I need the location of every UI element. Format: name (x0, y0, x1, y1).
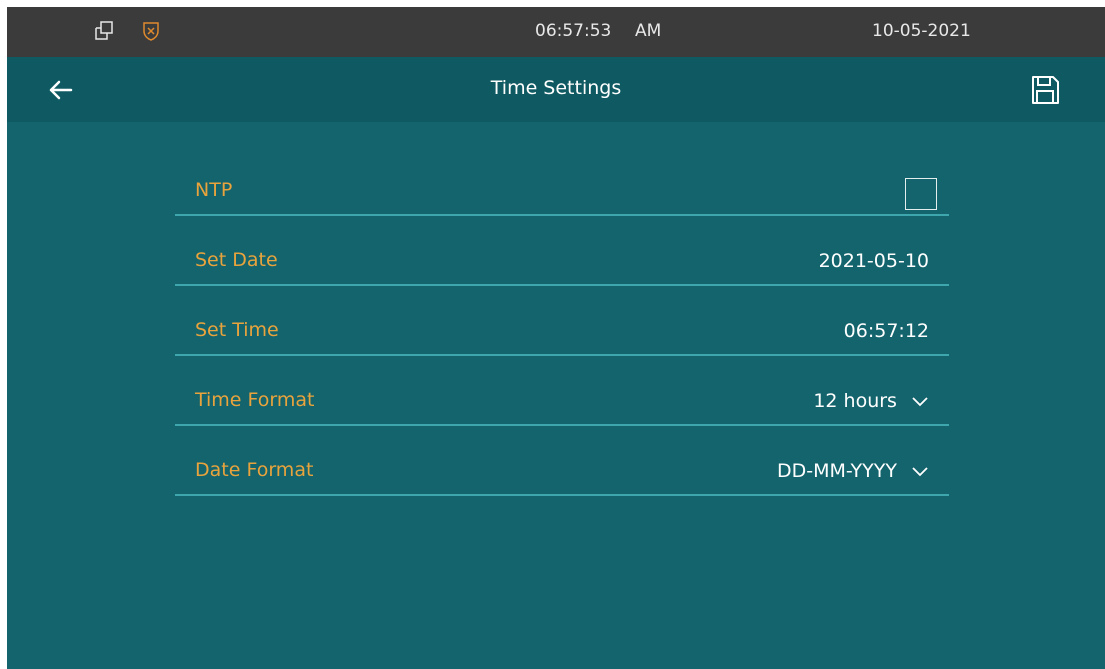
time-settings-screen: 06:57:53 AM 10-05-2021 Time Settings NTP… (7, 7, 1105, 669)
set-time-value[interactable]: 06:57:12 (844, 320, 929, 342)
page-title: Time Settings (490, 77, 622, 99)
save-button[interactable] (1029, 74, 1061, 106)
status-ampm: AM (635, 21, 662, 41)
settings-list: NTP Set Date 2021-05-10 Set Time 06:57:1… (175, 122, 949, 496)
set-date-row: Set Date 2021-05-10 (175, 218, 949, 286)
shield-x-icon (142, 21, 160, 46)
set-date-label: Set Date (195, 249, 278, 271)
status-bar: 06:57:53 AM 10-05-2021 (7, 7, 1105, 57)
time-format-label: Time Format (195, 389, 315, 411)
date-format-value: DD-MM-YYYY (777, 459, 897, 482)
date-format-label: Date Format (195, 459, 314, 481)
ntp-checkbox[interactable] (905, 178, 937, 210)
time-format-row: Time Format 12 hours (175, 358, 949, 426)
status-time: 06:57:53 (535, 21, 612, 41)
chevron-down-icon (911, 460, 929, 482)
chevron-down-icon (911, 390, 929, 412)
set-date-value[interactable]: 2021-05-10 (819, 250, 929, 272)
date-format-select[interactable]: DD-MM-YYYY (777, 460, 929, 483)
floppy-disk-icon (1029, 76, 1061, 110)
window-copy-icon (95, 21, 113, 46)
time-format-value: 12 hours (813, 389, 897, 412)
ntp-label: NTP (195, 179, 233, 201)
ntp-row: NTP (175, 122, 949, 216)
time-format-select[interactable]: 12 hours (813, 390, 929, 413)
date-format-row: Date Format DD-MM-YYYY (175, 428, 949, 496)
title-bar: Time Settings (7, 57, 1105, 122)
set-time-label: Set Time (195, 319, 279, 341)
status-date: 10-05-2021 (872, 21, 971, 41)
set-time-row: Set Time 06:57:12 (175, 288, 949, 356)
